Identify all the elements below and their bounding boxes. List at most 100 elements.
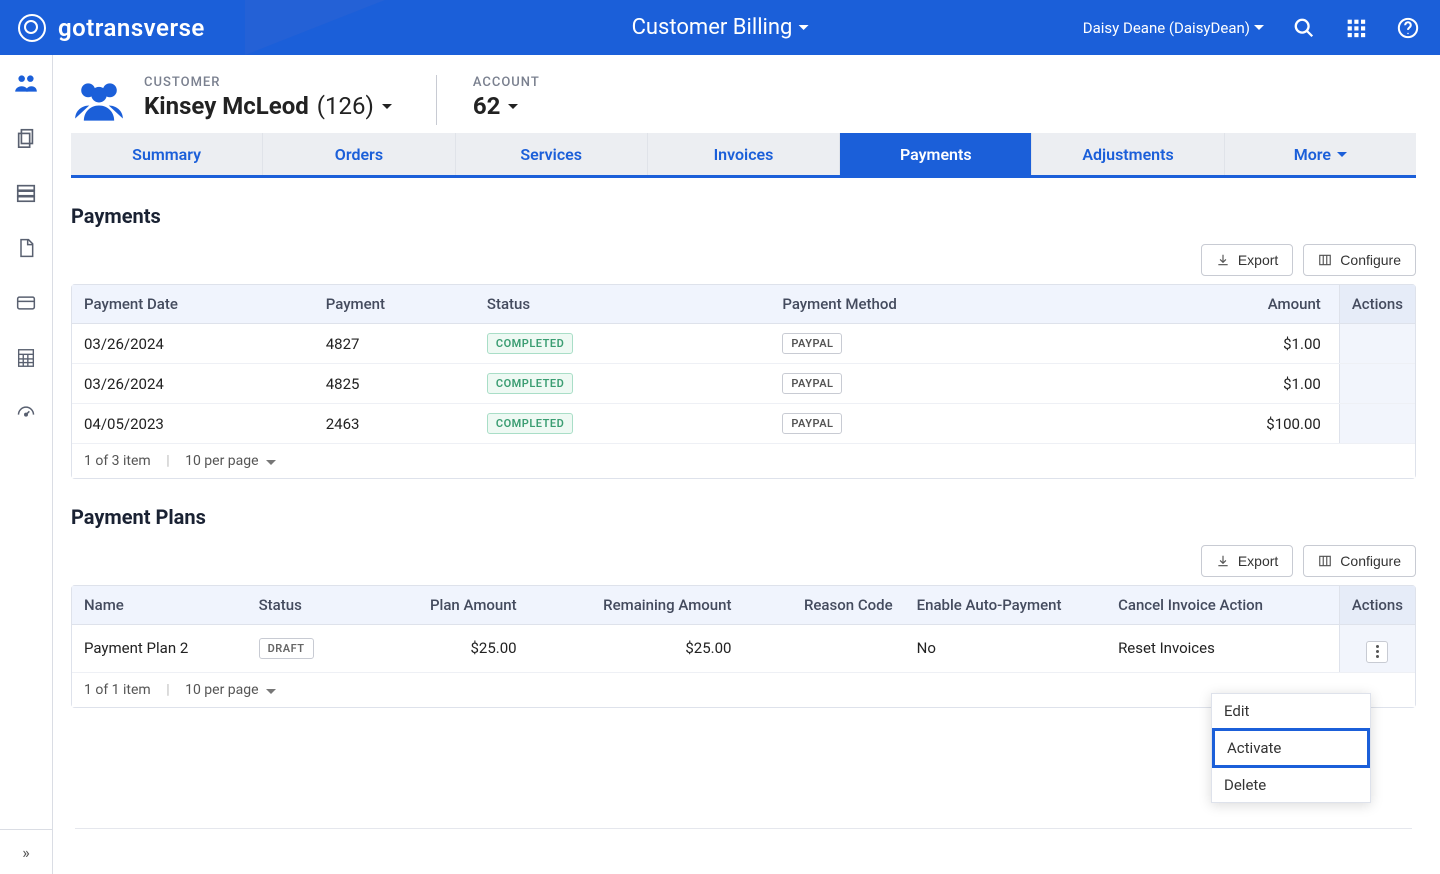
method-badge: PAYPAL [782,373,842,394]
col-status[interactable]: Status [247,586,354,625]
account-block: ACCOUNT 62 [473,73,566,120]
sidebar-expand-toggle[interactable]: » [0,829,53,874]
table-row[interactable]: 04/05/2023 2463 COMPLETED PAYPAL $100.00 [72,404,1415,444]
columns-icon [1318,554,1332,568]
sidebar-customers-icon[interactable] [0,55,53,110]
customer-block: CUSTOMER Kinsey McLeod (126) [144,73,418,120]
payments-title: Payments [71,204,1416,228]
payments-toolbar: Export Configure [71,244,1416,276]
col-actions: Actions [1339,285,1415,324]
download-icon [1216,554,1230,568]
dropdown-delete[interactable]: Delete [1212,768,1370,802]
chevron-down-icon [382,104,392,109]
col-payment[interactable]: Payment [314,285,475,324]
sidebar-documents-icon[interactable] [0,110,53,165]
header-title-text: Customer Billing [632,15,793,40]
chevron-down-icon [508,104,518,109]
col-autopay[interactable]: Enable Auto-Payment [905,586,1106,625]
footer-count: 1 of 3 item [84,453,151,469]
plans-header-row: Name Status Plan Amount Remaining Amount… [72,586,1415,625]
user-menu[interactable]: Daisy Deane (DaisyDean) [1083,19,1264,37]
search-icon[interactable] [1292,16,1316,40]
brand-block: gotransverse [0,14,205,42]
customer-name: Kinsey McLeod [144,92,309,120]
help-icon[interactable] [1396,16,1420,40]
table-footer: 1 of 3 item | 10 per page [72,444,1415,479]
col-amount[interactable]: Amount [1093,285,1340,324]
account-header: CUSTOMER Kinsey McLeod (126) ACCOUNT 62 [71,73,1416,125]
footer-count: 1 of 1 item [84,682,151,698]
status-badge: COMPLETED [487,413,573,434]
col-cancel-action[interactable]: Cancel Invoice Action [1106,586,1339,625]
sidebar-file-icon[interactable] [0,220,53,275]
status-badge: COMPLETED [487,373,573,394]
customer-selector[interactable]: Kinsey McLeod (126) [144,92,392,120]
user-display-name: Daisy Deane (DaisyDean) [1083,19,1250,37]
col-reason[interactable]: Reason Code [743,586,904,625]
row-actions-menu-button[interactable] [1366,641,1388,663]
tab-orders[interactable]: Orders [263,133,455,175]
account-label: ACCOUNT [473,75,540,90]
section-divider [75,828,1412,829]
tab-summary[interactable]: Summary [71,133,263,175]
plans-title: Payment Plans [71,505,1416,529]
col-remaining[interactable]: Remaining Amount [529,586,744,625]
apps-grid-icon[interactable] [1344,16,1368,40]
tab-invoices[interactable]: Invoices [648,133,840,175]
payments-table: Payment Date Payment Status Payment Meth… [71,284,1416,479]
chevron-down-icon [1337,152,1347,157]
account-selector[interactable]: 62 [473,92,540,120]
app-header: gotransverse Customer Billing Daisy Dean… [0,0,1440,55]
plans-table: Name Status Plan Amount Remaining Amount… [71,585,1416,708]
col-date[interactable]: Payment Date [72,285,314,324]
table-row[interactable]: 03/26/2024 4827 COMPLETED PAYPAL $1.00 [72,324,1415,364]
header-title-dropdown[interactable]: Customer Billing [632,15,809,40]
payments-header-row: Payment Date Payment Status Payment Meth… [72,285,1415,324]
columns-icon [1318,253,1332,267]
export-button[interactable]: Export [1201,244,1293,276]
customer-group-icon [71,73,126,125]
table-row[interactable]: 03/26/2024 4825 COMPLETED PAYPAL $1.00 [72,364,1415,404]
col-plan-amount[interactable]: Plan Amount [354,586,529,625]
sidebar-calculator-icon[interactable] [0,330,53,385]
sidebar: » [0,55,53,874]
tab-more[interactable]: More [1225,133,1416,175]
sidebar-database-icon[interactable] [0,165,53,220]
col-method[interactable]: Payment Method [770,285,1092,324]
status-badge: DRAFT [259,638,314,659]
chevron-down-icon [1254,25,1264,30]
header-diagonal-accent [245,0,385,55]
method-badge: PAYPAL [782,413,842,434]
sidebar-card-icon[interactable] [0,275,53,330]
configure-button[interactable]: Configure [1303,545,1416,577]
chevron-down-icon [798,25,808,30]
customer-number: (126) [317,92,374,120]
account-number: 62 [473,92,501,120]
customer-label: CUSTOMER [144,75,392,90]
status-badge: COMPLETED [487,333,573,354]
tab-services[interactable]: Services [456,133,648,175]
dropdown-edit[interactable]: Edit [1212,694,1370,728]
col-name[interactable]: Name [72,586,247,625]
brand-logo-icon [18,14,46,42]
breadcrumb-separator [436,75,437,125]
col-actions: Actions [1339,586,1415,625]
sidebar-dashboard-icon[interactable] [0,385,53,440]
tab-bar: Summary Orders Services Invoices Payment… [71,133,1416,178]
table-row[interactable]: Payment Plan 2 DRAFT $25.00 $25.00 No Re… [72,625,1415,673]
configure-button[interactable]: Configure [1303,244,1416,276]
header-right-tools: Daisy Deane (DaisyDean) [1083,16,1440,40]
main-content: CUSTOMER Kinsey McLeod (126) ACCOUNT 62 … [53,55,1440,874]
tab-adjustments[interactable]: Adjustments [1032,133,1224,175]
brand-name: gotransverse [58,14,205,42]
method-badge: PAYPAL [782,333,842,354]
chevron-down-icon [266,689,276,694]
col-status[interactable]: Status [475,285,770,324]
tab-payments[interactable]: Payments [840,133,1032,175]
download-icon [1216,253,1230,267]
per-page-selector[interactable]: 10 per page [185,453,275,469]
plans-toolbar: Export Configure [71,545,1416,577]
per-page-selector[interactable]: 10 per page [185,682,275,698]
dropdown-activate[interactable]: Activate [1212,728,1370,768]
export-button[interactable]: Export [1201,545,1293,577]
